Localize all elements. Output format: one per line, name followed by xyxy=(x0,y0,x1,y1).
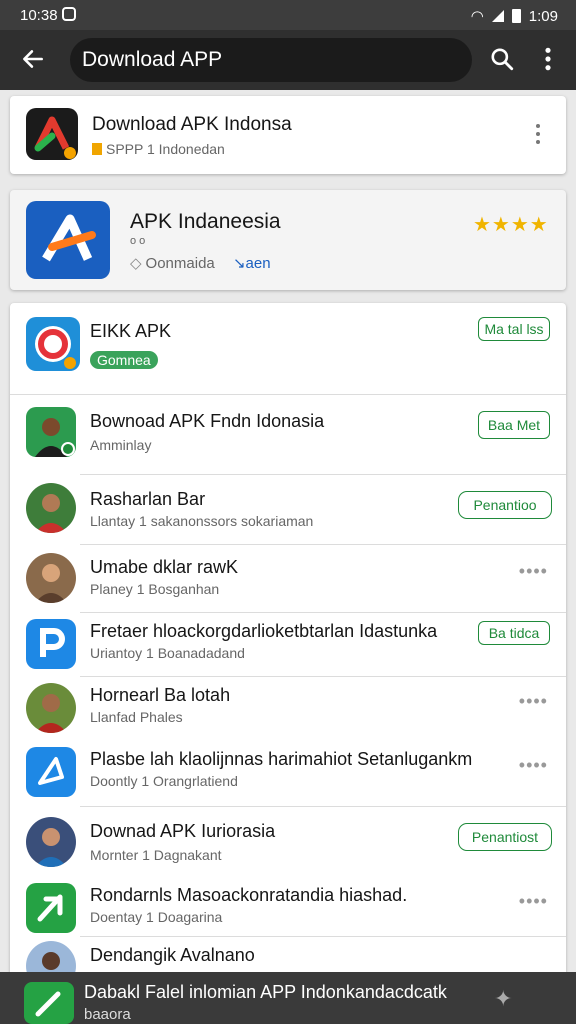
install-button[interactable]: Penantioo xyxy=(458,491,552,519)
install-button[interactable]: Penantiost xyxy=(458,823,552,851)
app-subtitle: Doentay 1 Doagarina xyxy=(90,909,223,925)
avatar xyxy=(26,817,76,867)
app-subtitle-text: SPPP 1 Indonedan xyxy=(106,141,225,157)
search-input[interactable]: Download APP xyxy=(70,38,472,82)
wifi-icon: ◠ xyxy=(470,8,484,25)
more-options-icon[interactable]: •••• xyxy=(519,691,548,712)
featured-tag-2[interactable]: aen xyxy=(246,255,271,272)
app-bar: Download APP xyxy=(0,30,576,90)
app-card-featured[interactable]: APK Indaneesia o o ◇ Oonmaida ↘aen ★★★★ xyxy=(10,190,566,290)
list-item[interactable]: EIKK APK Gomnea Ma tal lss xyxy=(10,303,566,395)
app-card-download-apk[interactable]: Download APK Indonsa SPPP 1 Indonedan xyxy=(10,96,566,174)
app-title: Fretaer hloackorgdarlioketbtarlan Idastu… xyxy=(90,621,438,641)
app-icon xyxy=(26,883,76,933)
rating-stars: ★★★★ xyxy=(473,214,549,236)
list-item[interactable]: Rasharlan Bar Llantay 1 sakanonssors sok… xyxy=(10,475,566,545)
avatar xyxy=(26,483,76,533)
list-item[interactable]: Umabe dklar rawK Planey 1 Bosganhan •••• xyxy=(10,545,566,613)
app-list: EIKK APK Gomnea Ma tal lss Bownoad APK F… xyxy=(10,303,566,1024)
app-icon xyxy=(24,982,74,1024)
bottom-title: Dabakl Falel inlomian APP Indonkandacdca… xyxy=(84,982,447,1002)
app-title: Rondarnls Masoackonratandia hiashad. xyxy=(90,885,408,905)
app-subtitle: Doontly 1 Orangrlatiend xyxy=(90,773,238,789)
overflow-menu-icon[interactable] xyxy=(540,46,556,72)
list-item[interactable]: Bownoad APK Fndn Idonasia Amminlay Baa M… xyxy=(10,395,566,475)
status-time: 10:38 xyxy=(20,7,58,24)
install-button[interactable]: Ba tidca xyxy=(478,621,550,645)
app-subtitle: Llantay 1 sakanonssors sokariaman xyxy=(90,513,314,529)
back-arrow-icon[interactable] xyxy=(20,46,46,72)
featured-title: APK Indaneesia xyxy=(130,210,281,233)
app-icon xyxy=(26,108,78,160)
more-options-icon[interactable]: •••• xyxy=(519,755,548,776)
battery-icon xyxy=(511,9,521,23)
bottom-subtitle: baaora xyxy=(84,1006,131,1023)
more-options-icon[interactable]: •••• xyxy=(519,891,548,912)
app-title: Dendangik Avalnano xyxy=(90,945,255,965)
app-title: Hornearl Ba lotah xyxy=(90,685,231,705)
app-title: Bownoad APK Fndn Idonasia xyxy=(90,411,325,431)
app-title: EIKK APK xyxy=(90,321,172,341)
list-item[interactable]: Downad APK Iuriorasia Mornter 1 Dagnakan… xyxy=(10,807,566,877)
app-title: Downad APK Iuriorasia xyxy=(90,821,276,841)
app-title: Umabe dklar rawK xyxy=(90,557,239,577)
list-item[interactable]: Dendangik Avalnano xyxy=(10,937,566,991)
list-item[interactable]: Rondarnls Masoackonratandia hiashad. Doe… xyxy=(10,877,566,937)
install-button[interactable]: Baa Met xyxy=(478,411,550,439)
avatar xyxy=(26,553,76,603)
install-button[interactable]: Ma tal lss xyxy=(478,317,550,341)
featured-tags: ◇ Oonmaida ↘aen xyxy=(130,254,271,272)
badge-icon xyxy=(92,143,102,155)
category-pill: Gomnea xyxy=(90,351,158,369)
featured-tag-1: Oonmaida xyxy=(145,255,215,272)
list-item[interactable]: Hornearl Ba lotah Llanfad Phales •••• xyxy=(10,677,566,741)
search-icon[interactable] xyxy=(489,46,515,72)
app-title: Plasbe lah klaolijnnas harimahiot Setanl… xyxy=(90,749,473,769)
more-options-icon[interactable]: •••• xyxy=(519,561,548,582)
app-subtitle: Mornter 1 Dagnakant xyxy=(90,847,222,863)
app-subtitle: Uriantoy 1 Boanadadand xyxy=(90,645,245,661)
featured-app-icon xyxy=(26,201,110,279)
app-icon xyxy=(26,317,80,371)
dismiss-icon[interactable]: ✦ xyxy=(494,986,512,1012)
app-subtitle: Amminlay xyxy=(90,437,152,453)
app-title: Download APK Indonsa xyxy=(92,114,292,135)
list-item[interactable]: Plasbe lah klaolijnnas harimahiot Setanl… xyxy=(10,741,566,807)
app-icon xyxy=(26,619,76,669)
bottom-promo-bar[interactable]: Dabakl Falel inlomian APP Indonkandacdca… xyxy=(0,972,576,1024)
featured-meta: o o xyxy=(130,235,146,247)
list-item[interactable]: Fretaer hloackorgdarlioketbtarlan Idastu… xyxy=(10,613,566,677)
more-options-icon[interactable] xyxy=(535,124,541,148)
app-title: Rasharlan Bar xyxy=(90,489,206,509)
link-icon: ↘ xyxy=(232,255,246,272)
tag-icon: ◇ xyxy=(130,255,142,272)
app-subtitle: Planey 1 Bosganhan xyxy=(90,581,220,597)
app-subtitle: SPPP 1 Indonedan xyxy=(92,141,225,157)
app-icon xyxy=(26,747,76,797)
status-clock: 1:09 xyxy=(528,7,558,25)
signal-icon xyxy=(491,10,504,22)
notification-icon xyxy=(62,7,76,21)
avatar xyxy=(26,407,76,457)
app-subtitle: Llanfad Phales xyxy=(90,709,183,725)
status-bar: 10:38 ◠ 1:09 xyxy=(0,0,576,30)
avatar xyxy=(26,683,76,733)
